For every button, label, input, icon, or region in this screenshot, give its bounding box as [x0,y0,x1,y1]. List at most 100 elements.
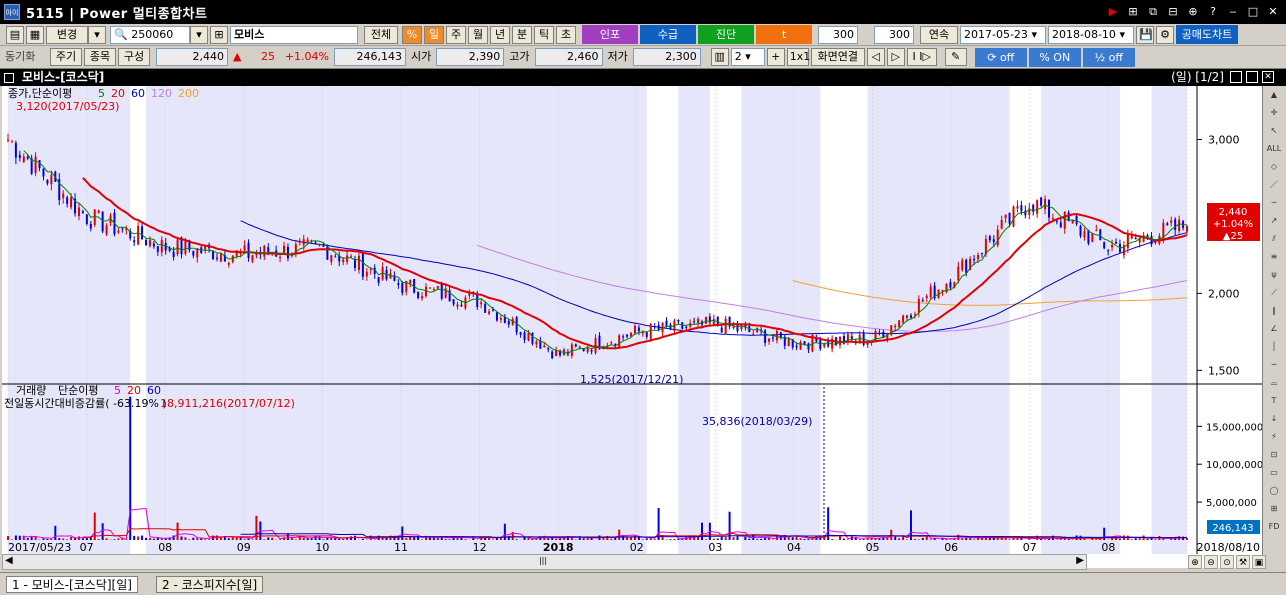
channel-tool-icon[interactable]: ⫽ [1265,231,1283,247]
chart-pattern-tool-icon[interactable]: ⊞ [1265,501,1283,517]
code-search-button[interactable]: ⊞ [210,25,228,44]
diagnosis-button[interactable]: 진단 [698,25,754,44]
zoom-in-icon[interactable]: ⊕ [1188,555,1202,569]
tab-kospi[interactable]: 2 - 코스피지수[일] [156,576,264,593]
percent-on-toggle[interactable]: % ON [1028,47,1081,67]
title-button-2[interactable]: ⧉ [1144,3,1162,20]
chart-close-icon[interactable]: ✕ [1262,71,1274,83]
sync-label[interactable]: 동기화 [2,48,48,66]
chart-area[interactable]: 3,000 2,000 1,500 15,000,000 10,000,000 5,00… [2,86,1263,568]
speed-tool-icon[interactable]: ⚡ [1265,429,1283,445]
period-button-1[interactable]: 주 [446,25,466,44]
item-button[interactable]: 종목 [84,48,116,66]
title-button-5[interactable]: ? [1204,3,1222,20]
period-button-3[interactable]: 년 [490,25,510,44]
code-dropdown-icon[interactable]: ▾ [190,25,208,44]
period-button-0[interactable]: 일 [424,25,444,44]
line-tool-icon[interactable]: ／ [1265,177,1283,193]
title-button-1[interactable]: ⊞ [1124,3,1142,20]
zoom-fit-icon[interactable]: ⊙ [1220,555,1234,569]
scroll-thumb[interactable]: ||| [537,556,549,568]
settings-icon[interactable]: ⚙ [1156,25,1174,44]
period-button-6[interactable]: 초 [556,25,576,44]
period-button-2[interactable]: 월 [468,25,488,44]
sync-off-toggle[interactable]: ⟳ off [974,47,1027,67]
period-button-4[interactable]: 분 [512,25,532,44]
percent-button[interactable]: % [402,25,422,44]
date-from-field[interactable]: 2017-05-23 ▾ [960,25,1046,44]
arrow-tool-icon[interactable]: ↖ [1265,123,1283,139]
fib-tool-icon[interactable]: ≡ [1265,249,1283,265]
trend-tool-icon[interactable]: ⟋ [1265,285,1283,301]
next-icon[interactable]: ▷ [886,48,905,66]
draw-tool-icon[interactable]: ✎ [944,48,967,66]
chart-max-icon[interactable] [1246,71,1258,83]
title-button-4[interactable]: ⊕ [1184,3,1202,20]
one-by-one-button[interactable]: 1x1 [786,48,810,66]
box-tool-icon[interactable]: ▭ [1265,465,1283,481]
split-count-select[interactable]: 2 ▾ [730,48,765,66]
cursor-tool-icon[interactable]: ▲ [1265,87,1283,103]
split-icon[interactable]: ▥ [710,48,729,66]
title-button-7[interactable]: □ [1244,3,1262,20]
v-line-tool-icon[interactable]: │ [1265,339,1283,355]
title-button-0[interactable]: ▶ [1104,3,1122,20]
date-to-field[interactable]: 2018-08-10 ▾ [1048,25,1134,44]
prev-icon[interactable]: ◁ [866,48,885,66]
ffd-tool-icon[interactable]: FD [1265,519,1283,535]
change-dropdown-icon[interactable]: ▾ [88,25,106,44]
period-button-5[interactable]: 틱 [534,25,554,44]
short-sale-chart-button[interactable]: 공매도차트 [1176,25,1238,44]
count-field-1[interactable]: 300 [818,25,858,44]
continuous-button[interactable]: 연속 [920,25,958,44]
percent-on-label: ON [1053,50,1071,64]
angle-tool-icon[interactable]: ∠ [1265,321,1283,337]
crosshair-tool-icon[interactable]: ✛ [1265,105,1283,121]
title-button-6[interactable]: ‒ [1224,3,1242,20]
gann-tool-icon[interactable]: ⊡ [1265,447,1283,463]
all-tool-icon[interactable]: ALL [1265,141,1283,157]
stock-name-field[interactable]: 모비스 [230,25,358,44]
save-icon[interactable]: 💾 [1136,25,1154,44]
h-line2-tool-icon[interactable]: ─ [1265,357,1283,373]
horizontal-scrollbar[interactable]: ◀ ||| ▶ [2,554,1087,570]
open-field: 2,390 [436,48,505,66]
play-icon[interactable]: I I▷ [906,48,937,66]
ellipse-tool-icon[interactable]: ◯ [1265,483,1283,499]
fraction-off-toggle[interactable]: ½ off [1082,47,1135,67]
count-field-2[interactable]: 300 [874,25,914,44]
candle-body [850,336,853,339]
text-tool-icon[interactable]: T [1265,393,1283,409]
scroll-left-icon[interactable]: ◀ [5,555,13,566]
chart-svg[interactable]: 3,000 2,000 1,500 15,000,000 10,000,000 5,00… [2,86,1263,554]
config-button[interactable]: 구성 [118,48,150,66]
parallel-tool-icon[interactable]: ∥ [1265,303,1283,319]
eraser-tool-icon[interactable]: ◇ [1265,159,1283,175]
zoom-out-icon[interactable]: ⊖ [1204,555,1218,569]
pitchfork-tool-icon[interactable]: ψ [1265,267,1283,283]
arrow-down-tool-icon[interactable]: ↓ [1265,411,1283,427]
h-line-tool-icon[interactable]: ─ [1265,195,1283,211]
t-button[interactable]: t [756,25,812,44]
zoom-tool-icon[interactable]: ⚒ [1236,555,1250,569]
supply-button[interactable]: 수급 [640,25,696,44]
scroll-right-icon[interactable]: ▶ [1076,555,1084,566]
volume-bar [405,538,408,540]
code-input[interactable]: 🔍 250060 [110,25,190,44]
zoom-extra-icon[interactable]: ▣ [1252,555,1266,569]
add-icon[interactable]: + [766,48,785,66]
title-button-8[interactable]: ✕ [1264,3,1282,20]
change-button[interactable]: 변경 [46,25,88,44]
chart-min-icon[interactable] [1230,71,1242,83]
cycle-button[interactable]: 주기 [50,48,82,66]
screen-icon[interactable]: ▤ [6,25,24,44]
ray-tool-icon[interactable]: ↗ [1265,213,1283,229]
layout-icon[interactable]: ▦ [26,25,44,44]
tab-mobis[interactable]: 1 - 모비스-[코스닥][일] [6,576,138,593]
volume-bar [736,536,739,540]
all-button[interactable]: 전체 [364,25,398,44]
cycle-tool-icon[interactable]: ⌓ [1265,375,1283,391]
title-button-3[interactable]: ⊟ [1164,3,1182,20]
info-button[interactable]: 인포 [582,25,638,44]
link-screen-button[interactable]: 화면연결 [810,48,865,66]
